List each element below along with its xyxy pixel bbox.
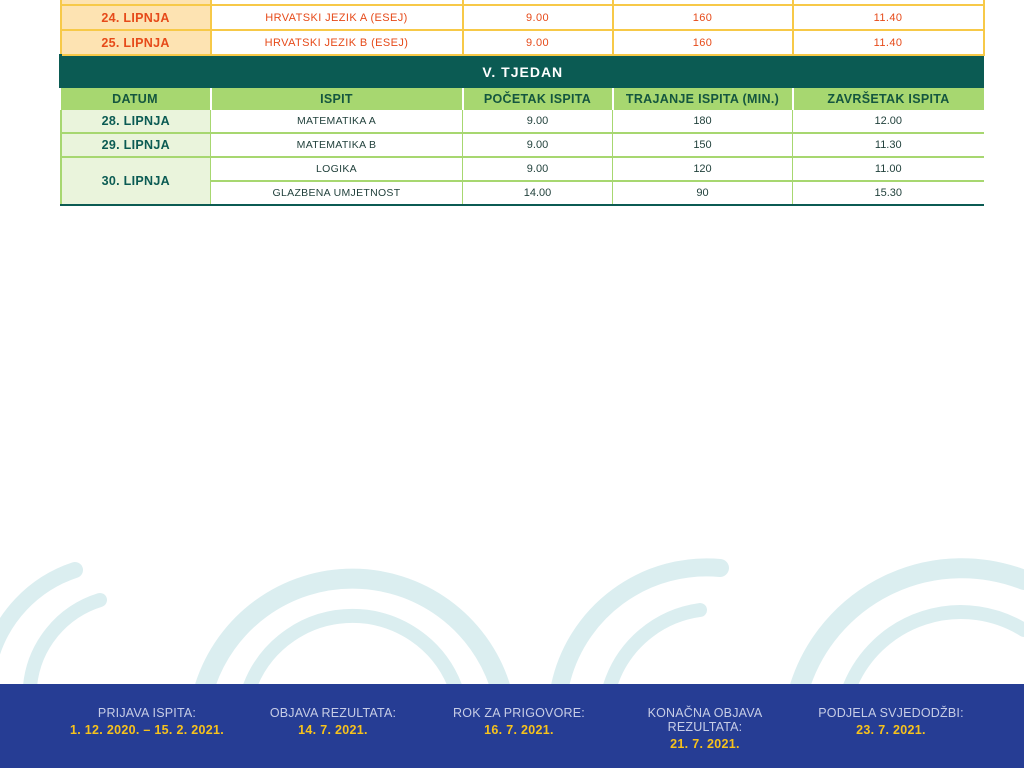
footer-item-appeals: ROK ZA PRIGOVORE: 16. 7. 2021. [424,706,614,737]
end-cell: 11.40 [791,29,985,56]
date-cell: 29. LIPNJA [59,133,211,158]
date-cell: 24. LIPNJA [59,4,212,31]
duration-cell: 160 [611,4,794,31]
start-cell: 9.00 [461,29,614,56]
footer-item-final-results: KONAČNA OBJAVA REZULTATA: 21. 7. 2021. [610,706,800,751]
document-page: 24. LIPNJA HRVATSKI JEZIK A (ESEJ) 9.00 … [0,0,1024,768]
exam-cell: MATEMATIKA A [210,110,463,134]
duration-cell: 160 [611,29,794,56]
end-cell: 11.40 [791,4,985,31]
column-header-date: DATUM [60,88,212,110]
footer-value: 16. 7. 2021. [484,723,554,737]
footer-label: PRIJAVA ISPITA: [97,706,197,720]
start-cell: 9.00 [461,4,614,31]
exam-cell: HRVATSKI JEZIK B (ESEJ) [209,29,464,56]
duration-cell: 150 [612,133,793,158]
footer-label: PODJELA SVJEDODŽBI: [818,706,964,720]
date-cell: 28. LIPNJA [59,110,211,134]
column-header-start: POČETAK ISPITA [462,88,614,110]
start-cell: 14.00 [462,181,613,206]
end-cell: 11.00 [792,157,984,182]
date-cell: 25. LIPNJA [59,29,212,56]
duration-cell: 90 [612,181,793,206]
exam-cell: LOGIKA [210,157,463,182]
end-cell: 11.30 [792,133,984,158]
footer-item-certificates: PODJELA SVJEDODŽBI: 23. 7. 2021. [796,706,986,737]
duration-cell: 120 [612,157,793,182]
start-cell: 9.00 [462,157,613,182]
column-header-exam: ISPIT [210,88,464,110]
date-cell: 30. LIPNJA [59,157,211,206]
table-row: 24. LIPNJA HRVATSKI JEZIK A (ESEJ) 9.00 … [59,4,985,31]
footer-bar: PRIJAVA ISPITA: 1. 12. 2020. – 15. 2. 20… [0,684,1024,768]
table-row: 28. LIPNJA MATEMATIKA A 9.00 180 12.00 [59,110,984,134]
end-cell: 15.30 [792,181,984,206]
table-row: 29. LIPNJA MATEMATIKA B 9.00 150 11.30 [59,133,984,158]
footer-value: 14. 7. 2021. [298,723,368,737]
column-header-end: ZAVRŠETAK ISPITA [792,88,984,110]
exam-cell: HRVATSKI JEZIK A (ESEJ) [209,4,464,31]
column-header-row: DATUM ISPIT POČETAK ISPITA TRAJANJE ISPI… [60,88,984,110]
week-header-row: V. TJEDAN [59,55,984,88]
footer-value: 21. 7. 2021. [670,737,740,751]
end-cell: 12.00 [792,110,984,134]
footer-value: 1. 12. 2020. – 15. 2. 2021. [69,723,225,737]
duration-cell: 180 [612,110,793,134]
table-row: 25. LIPNJA HRVATSKI JEZIK B (ESEJ) 9.00 … [59,29,985,56]
footer-label: KONAČNA OBJAVA REZULTATA: [647,706,763,734]
decorative-wave-arcs [0,558,1024,686]
exam-schedule-table: 24. LIPNJA HRVATSKI JEZIK A (ESEJ) 9.00 … [59,0,985,206]
exam-cell: GLAZBENA UMJETNOST [210,181,463,206]
footer-label: ROK ZA PRIGOVORE: [453,706,585,720]
footer-item-registration: PRIJAVA ISPITA: 1. 12. 2020. – 15. 2. 20… [52,706,242,737]
exam-cell: MATEMATIKA B [210,133,463,158]
start-cell: 9.00 [462,110,613,134]
footer-item-results: OBJAVA REZULTATA: 14. 7. 2021. [238,706,428,737]
start-cell: 9.00 [462,133,613,158]
table-row: 30. LIPNJA LOGIKA 9.00 120 11.00 [59,157,984,206]
footer-value: 23. 7. 2021. [856,723,926,737]
week-title: V. TJEDAN [59,55,984,88]
column-header-duration: TRAJANJE ISPITA (MIN.) [612,88,794,110]
footer-label: OBJAVA REZULTATA: [269,706,397,720]
